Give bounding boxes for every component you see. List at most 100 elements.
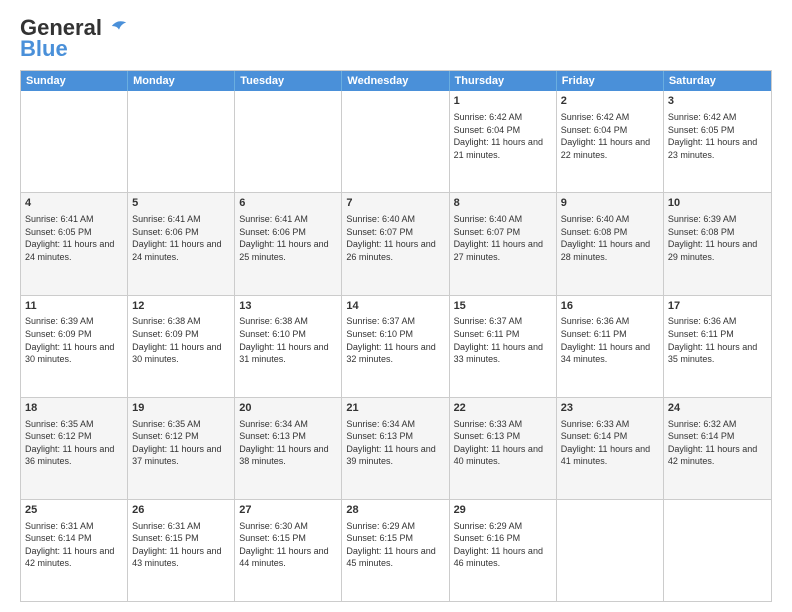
header-day-thursday: Thursday xyxy=(450,71,557,91)
calendar-cell xyxy=(342,91,449,192)
calendar-body: 1 Sunrise: 6:42 AM Sunset: 6:04 PM Daylig… xyxy=(21,91,771,601)
calendar-cell: 16Sunrise: 6:36 AM Sunset: 6:11 PM Dayli… xyxy=(557,296,664,397)
header-day-saturday: Saturday xyxy=(664,71,771,91)
day-number: 2 xyxy=(561,94,659,109)
cell-info: Sunrise: 6:30 AM Sunset: 6:15 PM Dayligh… xyxy=(239,520,337,570)
cell-info: Sunrise: 6:34 AM Sunset: 6:13 PM Dayligh… xyxy=(346,418,444,468)
day-number: 4 xyxy=(25,196,123,211)
header-day-wednesday: Wednesday xyxy=(342,71,449,91)
calendar-cell: 3 Sunrise: 6:42 AM Sunset: 6:05 PM Daylig… xyxy=(664,91,771,192)
calendar-cell xyxy=(557,500,664,601)
day-number: 9 xyxy=(561,196,659,211)
day-number: 14 xyxy=(346,299,444,314)
calendar-cell: 6 Sunrise: 6:41 AM Sunset: 6:06 PM Daylig… xyxy=(235,193,342,294)
calendar-row-1: 4 Sunrise: 6:41 AM Sunset: 6:05 PM Daylig… xyxy=(21,192,771,294)
day-number: 15 xyxy=(454,299,552,314)
cell-info: Sunrise: 6:37 AM Sunset: 6:10 PM Dayligh… xyxy=(346,315,444,365)
header-day-friday: Friday xyxy=(557,71,664,91)
calendar-cell xyxy=(664,500,771,601)
cell-info: Sunrise: 6:40 AM Sunset: 6:08 PM Dayligh… xyxy=(561,213,659,263)
day-number: 29 xyxy=(454,503,552,518)
cell-info: Sunrise: 6:38 AM Sunset: 6:09 PM Dayligh… xyxy=(132,315,230,365)
day-number: 26 xyxy=(132,503,230,518)
calendar-cell: 17Sunrise: 6:36 AM Sunset: 6:11 PM Dayli… xyxy=(664,296,771,397)
calendar-cell: 24Sunrise: 6:32 AM Sunset: 6:14 PM Dayli… xyxy=(664,398,771,499)
day-number: 28 xyxy=(346,503,444,518)
calendar-cell: 14Sunrise: 6:37 AM Sunset: 6:10 PM Dayli… xyxy=(342,296,449,397)
calendar-cell: 22Sunrise: 6:33 AM Sunset: 6:13 PM Dayli… xyxy=(450,398,557,499)
day-number: 8 xyxy=(454,196,552,211)
cell-info: Sunrise: 6:33 AM Sunset: 6:14 PM Dayligh… xyxy=(561,418,659,468)
calendar-cell xyxy=(235,91,342,192)
day-number: 21 xyxy=(346,401,444,416)
calendar-cell: 9 Sunrise: 6:40 AM Sunset: 6:08 PM Daylig… xyxy=(557,193,664,294)
calendar-cell: 7Sunrise: 6:40 AM Sunset: 6:07 PM Daylig… xyxy=(342,193,449,294)
calendar-row-2: 11Sunrise: 6:39 AM Sunset: 6:09 PM Dayli… xyxy=(21,295,771,397)
cell-info: Sunrise: 6:33 AM Sunset: 6:13 PM Dayligh… xyxy=(454,418,552,468)
cell-info: Sunrise: 6:34 AM Sunset: 6:13 PM Dayligh… xyxy=(239,418,337,468)
header: General Blue xyxy=(20,16,772,62)
cell-info: Sunrise: 6:41 AM Sunset: 6:05 PM Dayligh… xyxy=(25,213,123,263)
cell-info: Sunrise: 6:42 AM Sunset: 6:05 PM Dayligh… xyxy=(668,111,767,161)
logo-bird-icon xyxy=(110,17,128,35)
cell-info: Sunrise: 6:42 AM Sunset: 6:04 PM Dayligh… xyxy=(561,111,659,161)
calendar-cell: 5 Sunrise: 6:41 AM Sunset: 6:06 PM Daylig… xyxy=(128,193,235,294)
day-number: 19 xyxy=(132,401,230,416)
page: General Blue SundayMondayTuesdayWednesda… xyxy=(0,0,792,612)
calendar-cell: 20 Sunrise: 6:34 AM Sunset: 6:13 PM Dayli… xyxy=(235,398,342,499)
cell-info: Sunrise: 6:38 AM Sunset: 6:10 PM Dayligh… xyxy=(239,315,337,365)
calendar-cell: 12Sunrise: 6:38 AM Sunset: 6:09 PM Dayli… xyxy=(128,296,235,397)
calendar-cell xyxy=(128,91,235,192)
calendar-row-4: 25 Sunrise: 6:31 AM Sunset: 6:14 PM Dayli… xyxy=(21,499,771,601)
day-number: 10 xyxy=(668,196,767,211)
header-day-tuesday: Tuesday xyxy=(235,71,342,91)
cell-info: Sunrise: 6:29 AM Sunset: 6:16 PM Dayligh… xyxy=(454,520,552,570)
cell-info: Sunrise: 6:42 AM Sunset: 6:04 PM Dayligh… xyxy=(454,111,552,161)
day-number: 16 xyxy=(561,299,659,314)
cell-info: Sunrise: 6:31 AM Sunset: 6:14 PM Dayligh… xyxy=(25,520,123,570)
cell-info: Sunrise: 6:39 AM Sunset: 6:08 PM Dayligh… xyxy=(668,213,767,263)
day-number: 20 xyxy=(239,401,337,416)
calendar-row-3: 18 Sunrise: 6:35 AM Sunset: 6:12 PM Dayli… xyxy=(21,397,771,499)
day-number: 3 xyxy=(668,94,767,109)
cell-info: Sunrise: 6:31 AM Sunset: 6:15 PM Dayligh… xyxy=(132,520,230,570)
calendar-cell: 10 Sunrise: 6:39 AM Sunset: 6:08 PM Dayli… xyxy=(664,193,771,294)
day-number: 23 xyxy=(561,401,659,416)
calendar-cell: 29 Sunrise: 6:29 AM Sunset: 6:16 PM Dayli… xyxy=(450,500,557,601)
header-day-monday: Monday xyxy=(128,71,235,91)
header-day-sunday: Sunday xyxy=(21,71,128,91)
cell-info: Sunrise: 6:41 AM Sunset: 6:06 PM Dayligh… xyxy=(239,213,337,263)
day-number: 18 xyxy=(25,401,123,416)
calendar-cell: 28Sunrise: 6:29 AM Sunset: 6:15 PM Dayli… xyxy=(342,500,449,601)
day-number: 27 xyxy=(239,503,337,518)
calendar-cell: 15Sunrise: 6:37 AM Sunset: 6:11 PM Dayli… xyxy=(450,296,557,397)
cell-info: Sunrise: 6:40 AM Sunset: 6:07 PM Dayligh… xyxy=(346,213,444,263)
cell-info: Sunrise: 6:36 AM Sunset: 6:11 PM Dayligh… xyxy=(668,315,767,365)
calendar-cell: 21 Sunrise: 6:34 AM Sunset: 6:13 PM Dayli… xyxy=(342,398,449,499)
day-number: 17 xyxy=(668,299,767,314)
day-number: 6 xyxy=(239,196,337,211)
day-number: 25 xyxy=(25,503,123,518)
cell-info: Sunrise: 6:41 AM Sunset: 6:06 PM Dayligh… xyxy=(132,213,230,263)
calendar-cell xyxy=(21,91,128,192)
calendar-cell: 18 Sunrise: 6:35 AM Sunset: 6:12 PM Dayli… xyxy=(21,398,128,499)
calendar-header: SundayMondayTuesdayWednesdayThursdayFrid… xyxy=(21,71,771,91)
logo: General Blue xyxy=(20,16,128,62)
cell-info: Sunrise: 6:39 AM Sunset: 6:09 PM Dayligh… xyxy=(25,315,123,365)
day-number: 12 xyxy=(132,299,230,314)
day-number: 5 xyxy=(132,196,230,211)
calendar-cell: 1 Sunrise: 6:42 AM Sunset: 6:04 PM Daylig… xyxy=(450,91,557,192)
cell-info: Sunrise: 6:36 AM Sunset: 6:11 PM Dayligh… xyxy=(561,315,659,365)
day-number: 24 xyxy=(668,401,767,416)
cell-info: Sunrise: 6:35 AM Sunset: 6:12 PM Dayligh… xyxy=(25,418,123,468)
calendar-cell: 23 Sunrise: 6:33 AM Sunset: 6:14 PM Dayli… xyxy=(557,398,664,499)
calendar-cell: 19 Sunrise: 6:35 AM Sunset: 6:12 PM Dayli… xyxy=(128,398,235,499)
calendar-cell: 2 Sunrise: 6:42 AM Sunset: 6:04 PM Daylig… xyxy=(557,91,664,192)
cell-info: Sunrise: 6:37 AM Sunset: 6:11 PM Dayligh… xyxy=(454,315,552,365)
calendar-cell: 26 Sunrise: 6:31 AM Sunset: 6:15 PM Dayli… xyxy=(128,500,235,601)
day-number: 1 xyxy=(454,94,552,109)
cell-info: Sunrise: 6:35 AM Sunset: 6:12 PM Dayligh… xyxy=(132,418,230,468)
calendar: SundayMondayTuesdayWednesdayThursdayFrid… xyxy=(20,70,772,602)
calendar-cell: 27 Sunrise: 6:30 AM Sunset: 6:15 PM Dayli… xyxy=(235,500,342,601)
calendar-cell: 4 Sunrise: 6:41 AM Sunset: 6:05 PM Daylig… xyxy=(21,193,128,294)
